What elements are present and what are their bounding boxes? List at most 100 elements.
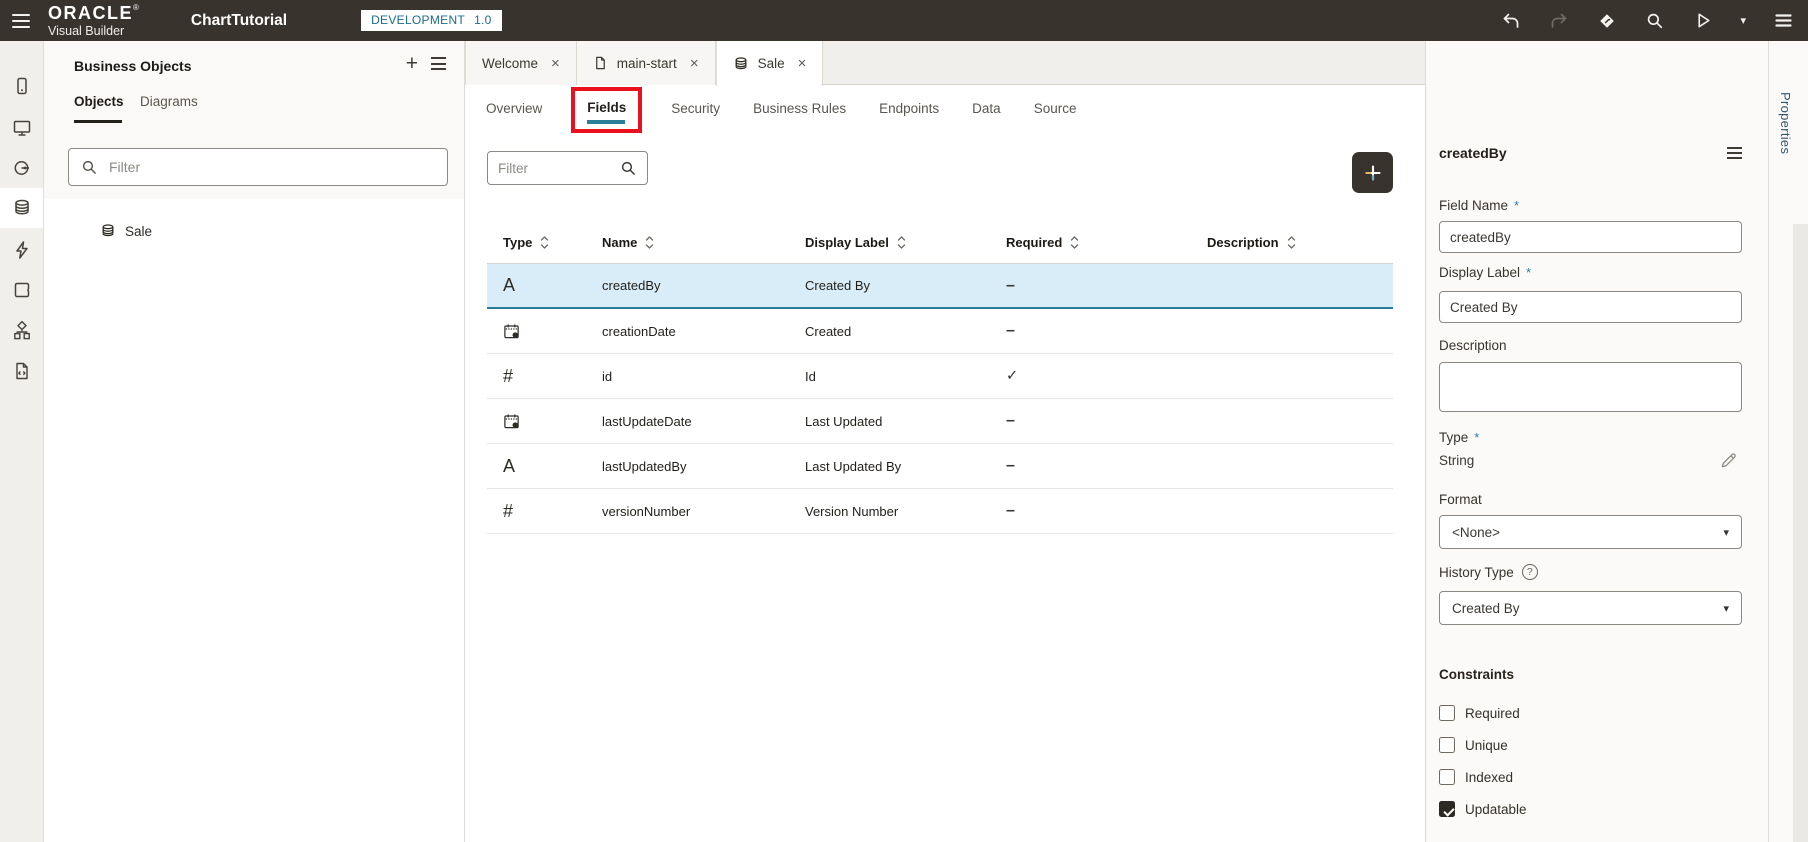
- display-label-cell: Last Updated By: [805, 444, 901, 488]
- fields-filter-input[interactable]: [498, 161, 614, 176]
- subtab-endpoints[interactable]: Endpoints: [879, 101, 939, 116]
- search-icon[interactable]: [1644, 10, 1666, 32]
- display-label-cell: Last Updated: [805, 399, 882, 443]
- close-icon[interactable]: ×: [690, 55, 699, 72]
- pending-changes-icon[interactable]: [1596, 10, 1618, 32]
- tab-diagrams[interactable]: Diagrams: [140, 94, 198, 109]
- processes-icon[interactable]: [0, 230, 43, 270]
- subtab-source[interactable]: Source: [1034, 101, 1077, 116]
- visual-builder-window: ORACLE® Visual Builder ChartTutorial DEV…: [0, 0, 1808, 842]
- close-icon[interactable]: ×: [551, 55, 560, 72]
- undo-icon[interactable]: [1500, 10, 1522, 32]
- diagrams-icon[interactable]: [0, 311, 43, 351]
- table-row-lastUpdatedBy[interactable]: A lastUpdatedBy Last Updated By –: [487, 444, 1393, 489]
- run-options-caret-icon[interactable]: ▾: [1740, 14, 1746, 27]
- oracle-logo: ORACLE® Visual Builder: [48, 4, 139, 38]
- help-icon[interactable]: ?: [1522, 564, 1538, 580]
- business-objects-panel: Business Objects + Objects Diagrams Sale: [44, 41, 465, 842]
- panel-splitter[interactable]: [1793, 224, 1808, 842]
- subtab-business-rules[interactable]: Business Rules: [753, 101, 846, 116]
- table-row-id[interactable]: # id Id ✓: [487, 354, 1393, 399]
- components-icon[interactable]: [0, 270, 43, 310]
- display-label-cell: Id: [805, 354, 816, 398]
- page-icon: [593, 55, 608, 71]
- column-header-display-label[interactable]: Display Label: [805, 235, 906, 250]
- field-name-cell: creationDate: [602, 309, 676, 353]
- sort-icon[interactable]: [1287, 235, 1296, 250]
- run-app-icon[interactable]: [1692, 10, 1714, 32]
- object-item-sale[interactable]: Sale: [44, 213, 464, 249]
- settings-menu-icon[interactable]: [1772, 10, 1794, 32]
- left-navigation-rail: [0, 41, 44, 842]
- subtab-security[interactable]: Security: [671, 101, 720, 116]
- objects-filter-input[interactable]: [109, 159, 435, 175]
- field-name-input[interactable]: [1439, 221, 1742, 253]
- checkbox-box[interactable]: [1439, 705, 1455, 721]
- properties-panel: createdBy Field Name* Display Label* Des…: [1425, 41, 1768, 842]
- checkbox-required[interactable]: Required: [1439, 704, 1742, 722]
- history-type-select[interactable]: Created By ▾: [1439, 591, 1742, 625]
- table-row-createdBy[interactable]: A createdBy Created By –: [487, 264, 1393, 309]
- objects-filter-field[interactable]: [68, 148, 448, 186]
- mobile-applications-icon[interactable]: [0, 66, 43, 106]
- column-header-type[interactable]: Type: [503, 235, 549, 250]
- table-row-creationDate[interactable]: creationDate Created –: [487, 309, 1393, 354]
- checkbox-box-checked[interactable]: [1439, 801, 1455, 817]
- subtab-fields[interactable]: Fields: [587, 100, 626, 115]
- panel-options-icon[interactable]: [431, 57, 446, 70]
- field-name-cell: versionNumber: [602, 489, 690, 533]
- environment-badge: DEVELOPMENT 1.0: [361, 10, 502, 31]
- checkbox-updatable[interactable]: Updatable: [1439, 800, 1742, 818]
- fields-filter-field[interactable]: [487, 151, 648, 185]
- properties-panel-tab[interactable]: Properties: [1778, 92, 1793, 154]
- global-menu-icon[interactable]: [12, 14, 30, 28]
- column-header-name[interactable]: Name: [602, 235, 654, 250]
- table-row-lastUpdateDate[interactable]: lastUpdateDate Last Updated –: [487, 399, 1393, 444]
- sort-icon[interactable]: [897, 235, 906, 250]
- checkbox-indexed[interactable]: Indexed: [1439, 768, 1742, 786]
- properties-options-icon[interactable]: [1727, 147, 1742, 159]
- column-header-required[interactable]: Required: [1006, 235, 1079, 250]
- web-applications-icon[interactable]: [0, 108, 43, 148]
- description-input[interactable]: [1439, 362, 1742, 412]
- checkbox-unique[interactable]: Unique: [1439, 736, 1742, 754]
- sort-icon[interactable]: [540, 235, 549, 250]
- business-objects-icon[interactable]: [0, 188, 43, 228]
- subtab-data[interactable]: Data: [972, 101, 1001, 116]
- fields-content: Type Name Display Label Required Descrip…: [465, 131, 1425, 842]
- tab-label: Sale: [758, 56, 785, 71]
- tab-main-start[interactable]: main-start ×: [577, 41, 716, 85]
- tab-sale[interactable]: Sale ×: [716, 41, 824, 86]
- edit-type-icon[interactable]: [1719, 451, 1738, 470]
- subtab-overview[interactable]: Overview: [486, 101, 542, 116]
- search-icon: [620, 160, 637, 177]
- description-label: Description: [1439, 338, 1742, 353]
- close-icon[interactable]: ×: [798, 55, 807, 72]
- service-connections-icon[interactable]: [0, 148, 43, 188]
- table-row-versionNumber[interactable]: # versionNumber Version Number –: [487, 489, 1393, 534]
- format-select[interactable]: <None> ▾: [1439, 515, 1742, 549]
- display-label-input[interactable]: [1439, 291, 1742, 323]
- sort-icon[interactable]: [645, 235, 654, 250]
- source-icon[interactable]: [0, 351, 43, 391]
- required-cell: –: [1006, 309, 1015, 353]
- database-icon: [733, 56, 749, 72]
- tab-welcome[interactable]: Welcome ×: [465, 41, 577, 85]
- sort-icon[interactable]: [1070, 235, 1079, 250]
- number-type-icon: #: [503, 354, 513, 398]
- redo-icon[interactable]: [1548, 10, 1570, 32]
- add-field-button[interactable]: [1352, 152, 1393, 193]
- plus-icon: [1363, 163, 1383, 183]
- tab-objects[interactable]: Objects: [74, 94, 124, 109]
- field-name-cell: createdBy: [602, 264, 661, 307]
- type-value: String: [1439, 453, 1474, 468]
- checkbox-box[interactable]: [1439, 737, 1455, 753]
- column-header-description[interactable]: Description: [1207, 235, 1296, 250]
- database-icon: [100, 223, 116, 239]
- editor-area: Welcome × main-start × Sale × Overview F…: [465, 41, 1425, 842]
- add-business-object-icon[interactable]: +: [406, 53, 418, 74]
- checkbox-box[interactable]: [1439, 769, 1455, 785]
- right-edge-strip: Properties: [1768, 41, 1808, 842]
- search-icon: [81, 159, 98, 176]
- object-subtabs: Overview Fields Security Business Rules …: [465, 85, 1425, 131]
